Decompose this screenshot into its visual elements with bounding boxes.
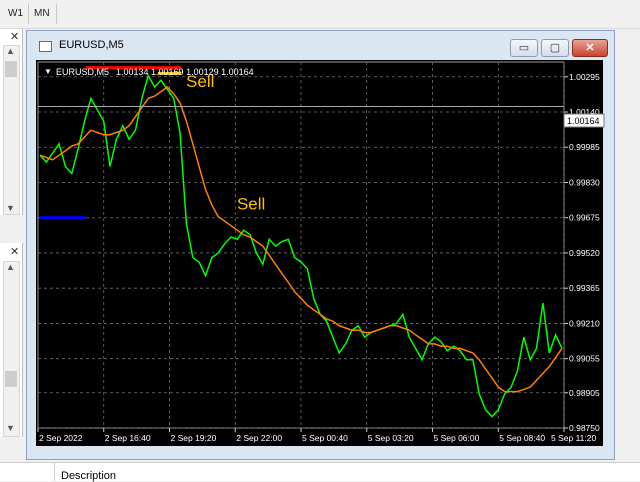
y-tick-label: 0.99520 — [569, 248, 600, 258]
x-tick-label: 2 Sep 2022 — [39, 433, 83, 443]
chart-area — [36, 60, 603, 446]
y-tick-label: 0.99365 — [569, 283, 600, 293]
chart-symbol: EURUSD,M5 — [56, 67, 109, 77]
y-tick-label: 0.99210 — [569, 318, 600, 328]
x-tick-label: 2 Sep 16:40 — [105, 433, 151, 443]
price-chart[interactable]: 1.002951.001400.999850.998300.996750.995… — [0, 0, 640, 480]
toolbox-panel: Description — [0, 462, 640, 482]
y-tick-label: 0.98750 — [569, 423, 600, 433]
y-tick-label: 0.98905 — [569, 388, 600, 398]
x-tick-label: 5 Sep 11:20 — [551, 433, 596, 443]
column-separator — [54, 463, 55, 481]
x-tick-label: 2 Sep 22:00 — [236, 433, 282, 443]
chart-menu-icon[interactable]: ▼ — [44, 67, 52, 76]
y-tick-label: 0.99830 — [569, 177, 600, 187]
y-tick-label: 0.99675 — [569, 213, 600, 223]
x-tick-label: 5 Sep 06:00 — [434, 433, 480, 443]
y-tick-label: 0.99985 — [569, 142, 600, 152]
sell-signal-label: Sell — [237, 195, 265, 214]
y-tick-label: 1.00295 — [569, 72, 600, 82]
x-tick-label: 5 Sep 00:40 — [302, 433, 348, 443]
description-column-header[interactable]: Description — [61, 470, 116, 482]
current-price-label: 1.00164 — [567, 116, 600, 126]
chart-ohlc: 1.00134 1.00169 1.00129 1.00164 — [116, 67, 254, 77]
x-tick-label: 5 Sep 03:20 — [368, 433, 414, 443]
x-tick-label: 2 Sep 19:20 — [171, 433, 217, 443]
y-tick-label: 0.99055 — [569, 354, 600, 364]
x-tick-label: 5 Sep 08:40 — [499, 433, 545, 443]
